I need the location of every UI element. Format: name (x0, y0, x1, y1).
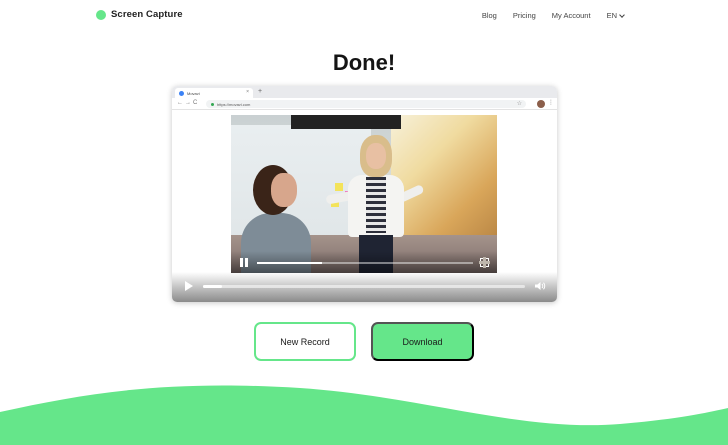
play-icon[interactable] (185, 281, 193, 291)
nav-link-pricing[interactable]: Pricing (513, 11, 536, 20)
address-bar: https://movavi.com ☆ (206, 100, 526, 108)
brand-name: Screen Capture (111, 9, 183, 20)
more-icon: ⋮ (548, 100, 554, 106)
plus-icon: + (258, 88, 263, 95)
browser-tab-title: Movavi (187, 90, 200, 96)
star-icon: ☆ (516, 101, 522, 107)
recording-preview: Movavi × + ←→C https://movavi.com ☆ ⋮ (172, 86, 557, 302)
chevron-down-icon (619, 11, 625, 18)
nav-link-blog[interactable]: Blog (482, 11, 497, 20)
video-controls (231, 251, 497, 273)
pause-icon[interactable] (240, 258, 249, 267)
fullscreen-icon[interactable] (479, 257, 490, 268)
decorative-wave (0, 385, 728, 445)
browser-address-row: ←→C https://movavi.com ☆ ⋮ (172, 98, 557, 110)
main-nav: Blog Pricing My Account EN (482, 11, 625, 20)
address-url: https://movavi.com (217, 101, 251, 107)
browser-tab: Movavi × (175, 88, 253, 98)
volume-icon[interactable] (534, 280, 546, 292)
video-progress-fill (257, 262, 322, 264)
download-button[interactable]: Download (371, 322, 474, 361)
green-circle-icon (96, 9, 106, 20)
secure-icon (211, 102, 214, 106)
close-icon: × (246, 89, 249, 95)
preview-seekbar[interactable] (203, 285, 525, 288)
nav-link-my-account[interactable]: My Account (552, 11, 591, 20)
browser-nav-icons: ←→C (177, 100, 200, 106)
favicon-icon (179, 90, 184, 96)
browser-tab-bar: Movavi × + (172, 86, 557, 98)
video-frame[interactable] (231, 115, 497, 273)
language-selector[interactable]: EN (606, 11, 625, 20)
new-record-button[interactable]: New Record (254, 322, 356, 361)
avatar (537, 100, 545, 108)
preview-seekbar-fill (203, 285, 223, 288)
ceiling (291, 115, 401, 129)
top-header: Screen Capture Blog Pricing My Account E… (0, 0, 728, 30)
preview-player-bar (172, 272, 557, 302)
video-progress[interactable] (257, 262, 473, 264)
language-label: EN (606, 11, 617, 20)
page-title: Done! (332, 50, 396, 75)
brand-logo[interactable]: Screen Capture (96, 9, 183, 20)
